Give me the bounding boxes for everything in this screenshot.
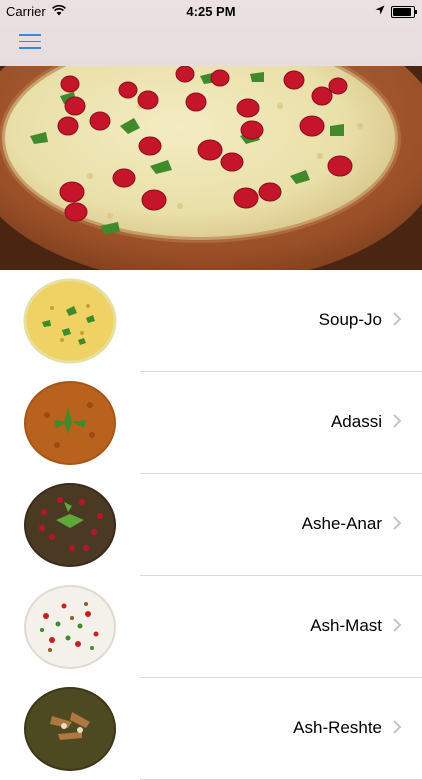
menu-button[interactable] (16, 30, 46, 52)
chevron-right-icon (393, 618, 402, 632)
ash-reshte-thumbnail (24, 687, 116, 771)
list-item-soup-jo[interactable]: Soup-Jo (0, 270, 422, 372)
chevron-right-icon (393, 516, 402, 530)
list-item-ash-mast[interactable]: Ash-Mast (0, 576, 422, 678)
hamburger-menu-icon (19, 34, 41, 36)
hero-image (0, 66, 422, 270)
top-bar: Carrier 4:25 PM (0, 0, 422, 66)
dish-list: Soup-Jo Adassi Ashe-Anar Ash-Mast Ash-Re… (0, 270, 422, 780)
list-item-label: Ash-Reshte (293, 718, 382, 737)
status-bar: Carrier 4:25 PM (0, 0, 422, 22)
soup-jo-thumbnail (23, 278, 117, 364)
ashe-anar-thumbnail (24, 483, 116, 567)
adassi-thumbnail (24, 381, 116, 465)
list-item-label: Ashe-Anar (301, 514, 382, 533)
chevron-right-icon (393, 414, 402, 428)
chevron-right-icon (393, 312, 402, 326)
list-item-ash-reshte[interactable]: Ash-Reshte (0, 678, 422, 780)
location-arrow-icon (375, 5, 385, 15)
ash-mast-thumbnail (24, 585, 116, 669)
list-item-label: Adassi (330, 412, 382, 431)
list-item-ashe-anar[interactable]: Ashe-Anar (0, 474, 422, 576)
chevron-right-icon (393, 720, 402, 734)
battery-icon (391, 6, 417, 18)
soup-bowl-illustration (0, 66, 422, 270)
list-item-label: Soup-Jo (318, 310, 382, 329)
list-item-label: Ash-Mast (310, 616, 382, 635)
list-item-adassi[interactable]: Adassi (0, 372, 422, 474)
status-time: 4:25 PM (186, 4, 236, 19)
